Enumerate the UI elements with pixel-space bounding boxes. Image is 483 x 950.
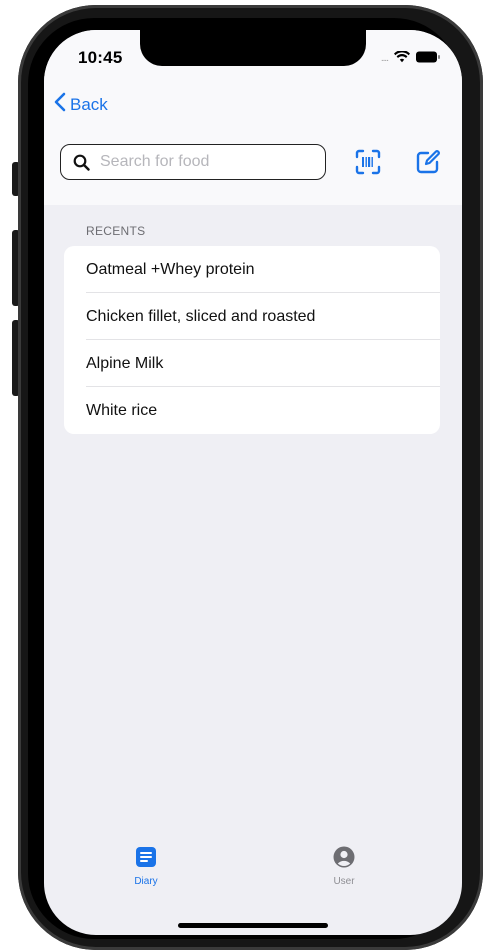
tab-bar: Diary User <box>44 845 462 905</box>
chevron-left-icon <box>54 92 70 117</box>
compose-button[interactable] <box>415 149 441 180</box>
search-input[interactable] <box>98 152 302 172</box>
header-area: 10:45 .... Back Search for food <box>44 30 462 205</box>
back-button[interactable]: Back <box>54 92 108 117</box>
recent-food-item[interactable]: White rice <box>64 387 440 434</box>
compose-icon <box>415 150 441 179</box>
recents-list: Oatmeal +Whey protein Chicken fillet, sl… <box>64 246 440 434</box>
status-time: 10:45 <box>78 48 123 67</box>
phone-screen: 10:45 .... Back Search for food RECENTS … <box>44 30 462 935</box>
notch <box>140 30 366 66</box>
search-icon <box>73 154 90 171</box>
user-icon <box>332 845 356 874</box>
home-indicator <box>178 923 328 928</box>
battery-icon <box>416 50 440 68</box>
search-field[interactable] <box>60 144 326 180</box>
screenshot-stage: 10:45 .... Back Search for food RECENTS … <box>0 0 483 950</box>
wifi-icon <box>394 50 410 68</box>
barcode-scan-icon <box>355 149 381 179</box>
tab-user[interactable]: User <box>304 845 384 887</box>
recent-food-item[interactable]: Alpine Milk <box>64 340 440 387</box>
recents-section-title: RECENTS <box>86 224 146 238</box>
diary-icon <box>134 845 158 874</box>
signal-icon: .... <box>380 53 389 64</box>
tab-diary-label: Diary <box>134 876 158 887</box>
recent-food-item[interactable]: Chicken fillet, sliced and roasted <box>64 293 440 340</box>
barcode-scan-button[interactable] <box>355 149 381 180</box>
tab-diary[interactable]: Diary <box>106 845 186 887</box>
back-label: Back <box>70 94 108 114</box>
recent-food-item[interactable]: Oatmeal +Whey protein <box>64 246 440 293</box>
tab-user-label: User <box>333 876 355 887</box>
status-indicators: .... <box>381 50 440 68</box>
